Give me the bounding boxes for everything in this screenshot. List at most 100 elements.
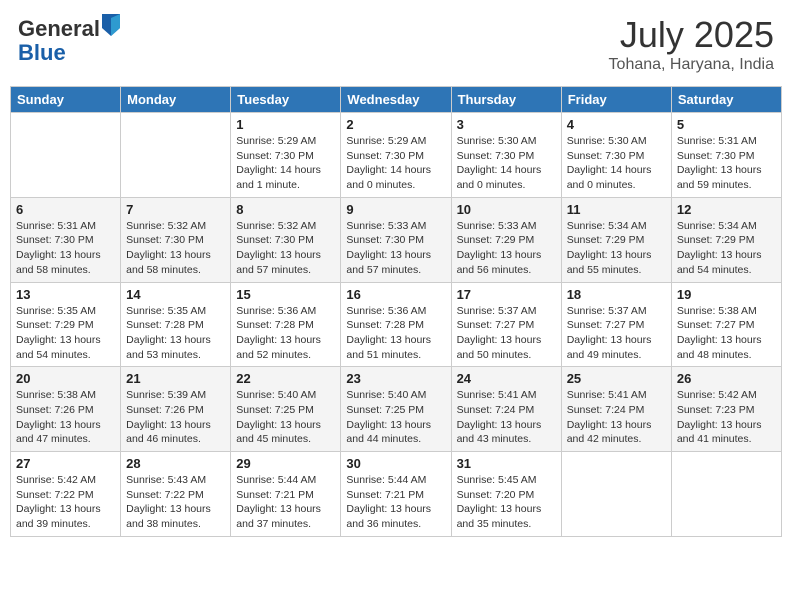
weekday-header-friday: Friday — [561, 87, 671, 113]
day-number: 7 — [126, 202, 225, 217]
calendar-cell: 17 Sunrise: 5:37 AMSunset: 7:27 PMDayligh… — [451, 282, 561, 367]
calendar-cell: 29 Sunrise: 5:44 AMSunset: 7:21 PMDayligh… — [231, 452, 341, 537]
calendar-cell: 10 Sunrise: 5:33 AMSunset: 7:29 PMDayligh… — [451, 197, 561, 282]
day-info: Sunrise: 5:29 AMSunset: 7:30 PMDaylight:… — [236, 134, 335, 193]
calendar-cell: 2 Sunrise: 5:29 AMSunset: 7:30 PMDaylight… — [341, 113, 451, 198]
day-number: 14 — [126, 287, 225, 302]
day-info: Sunrise: 5:33 AMSunset: 7:29 PMDaylight:… — [457, 219, 556, 278]
day-info: Sunrise: 5:38 AMSunset: 7:26 PMDaylight:… — [16, 388, 115, 447]
day-info: Sunrise: 5:42 AMSunset: 7:22 PMDaylight:… — [16, 473, 115, 532]
calendar-cell: 24 Sunrise: 5:41 AMSunset: 7:24 PMDayligh… — [451, 367, 561, 452]
calendar-table: SundayMondayTuesdayWednesdayThursdayFrid… — [10, 86, 782, 537]
calendar-cell: 18Sunrise: 5:37 AMSunset: 7:27 PMDayligh… — [561, 282, 671, 367]
title-block: July 2025 Tohana, Haryana, India — [609, 14, 774, 74]
day-number: 9 — [346, 202, 445, 217]
calendar-cell: 20 Sunrise: 5:38 AMSunset: 7:26 PMDayligh… — [11, 367, 121, 452]
weekday-header-thursday: Thursday — [451, 87, 561, 113]
logo: General Blue — [18, 14, 120, 65]
calendar-cell: 8 Sunrise: 5:32 AMSunset: 7:30 PMDaylight… — [231, 197, 341, 282]
day-number: 5 — [677, 117, 776, 132]
day-number: 8 — [236, 202, 335, 217]
day-number: 28 — [126, 456, 225, 471]
calendar-week-row: 27Sunrise: 5:42 AMSunset: 7:22 PMDayligh… — [11, 452, 782, 537]
day-info: Sunrise: 5:29 AMSunset: 7:30 PMDaylight:… — [346, 134, 445, 193]
calendar-cell: 23 Sunrise: 5:40 AMSunset: 7:25 PMDayligh… — [341, 367, 451, 452]
weekday-header-wednesday: Wednesday — [341, 87, 451, 113]
day-number: 2 — [346, 117, 445, 132]
calendar-cell: 12 Sunrise: 5:34 AMSunset: 7:29 PMDayligh… — [671, 197, 781, 282]
calendar-cell: 19 Sunrise: 5:38 AMSunset: 7:27 PMDayligh… — [671, 282, 781, 367]
calendar-cell: 27Sunrise: 5:42 AMSunset: 7:22 PMDayligh… — [11, 452, 121, 537]
day-info: Sunrise: 5:36 AMSunset: 7:28 PMDaylight:… — [236, 304, 335, 363]
day-info: Sunrise: 5:45 AMSunset: 7:20 PMDaylight:… — [457, 473, 556, 532]
month-title: July 2025 — [609, 14, 774, 56]
day-info: Sunrise: 5:31 AMSunset: 7:30 PMDaylight:… — [677, 134, 776, 193]
day-info: Sunrise: 5:43 AMSunset: 7:22 PMDaylight:… — [126, 473, 225, 532]
day-number: 13 — [16, 287, 115, 302]
day-number: 23 — [346, 371, 445, 386]
calendar-cell: 28 Sunrise: 5:43 AMSunset: 7:22 PMDayligh… — [121, 452, 231, 537]
day-number: 22 — [236, 371, 335, 386]
day-info: Sunrise: 5:40 AMSunset: 7:25 PMDaylight:… — [236, 388, 335, 447]
calendar-cell: 14Sunrise: 5:35 AMSunset: 7:28 PMDayligh… — [121, 282, 231, 367]
calendar-cell — [561, 452, 671, 537]
day-number: 17 — [457, 287, 556, 302]
logo-icon — [102, 14, 120, 36]
weekday-header-saturday: Saturday — [671, 87, 781, 113]
day-number: 6 — [16, 202, 115, 217]
calendar-cell: 5 Sunrise: 5:31 AMSunset: 7:30 PMDaylight… — [671, 113, 781, 198]
calendar-cell: 9Sunrise: 5:33 AMSunset: 7:30 PMDaylight… — [341, 197, 451, 282]
weekday-header-sunday: Sunday — [11, 87, 121, 113]
day-number: 20 — [16, 371, 115, 386]
page-header: General Blue July 2025 Tohana, Haryana, … — [10, 10, 782, 78]
day-info: Sunrise: 5:44 AMSunset: 7:21 PMDaylight:… — [346, 473, 445, 532]
day-number: 30 — [346, 456, 445, 471]
day-info: Sunrise: 5:41 AMSunset: 7:24 PMDaylight:… — [457, 388, 556, 447]
location-title: Tohana, Haryana, India — [609, 56, 774, 74]
calendar-cell: 26Sunrise: 5:42 AMSunset: 7:23 PMDayligh… — [671, 367, 781, 452]
day-info: Sunrise: 5:32 AMSunset: 7:30 PMDaylight:… — [236, 219, 335, 278]
calendar-cell: 1 Sunrise: 5:29 AMSunset: 7:30 PMDaylight… — [231, 113, 341, 198]
day-number: 29 — [236, 456, 335, 471]
calendar-cell: 4Sunrise: 5:30 AMSunset: 7:30 PMDaylight… — [561, 113, 671, 198]
day-number: 19 — [677, 287, 776, 302]
day-number: 12 — [677, 202, 776, 217]
calendar-cell: 22 Sunrise: 5:40 AMSunset: 7:25 PMDayligh… — [231, 367, 341, 452]
day-info: Sunrise: 5:34 AMSunset: 7:29 PMDaylight:… — [677, 219, 776, 278]
weekday-header-row: SundayMondayTuesdayWednesdayThursdayFrid… — [11, 87, 782, 113]
day-info: Sunrise: 5:37 AMSunset: 7:27 PMDaylight:… — [567, 304, 666, 363]
calendar-cell: 31 Sunrise: 5:45 AMSunset: 7:20 PMDayligh… — [451, 452, 561, 537]
day-number: 24 — [457, 371, 556, 386]
calendar-cell: 30 Sunrise: 5:44 AMSunset: 7:21 PMDayligh… — [341, 452, 451, 537]
day-number: 3 — [457, 117, 556, 132]
day-info: Sunrise: 5:38 AMSunset: 7:27 PMDaylight:… — [677, 304, 776, 363]
day-info: Sunrise: 5:35 AMSunset: 7:29 PMDaylight:… — [16, 304, 115, 363]
day-info: Sunrise: 5:42 AMSunset: 7:23 PMDaylight:… — [677, 388, 776, 447]
calendar-cell: 15 Sunrise: 5:36 AMSunset: 7:28 PMDayligh… — [231, 282, 341, 367]
weekday-header-tuesday: Tuesday — [231, 87, 341, 113]
calendar-week-row: 13 Sunrise: 5:35 AMSunset: 7:29 PMDayligh… — [11, 282, 782, 367]
day-info: Sunrise: 5:44 AMSunset: 7:21 PMDaylight:… — [236, 473, 335, 532]
calendar-cell: 16Sunrise: 5:36 AMSunset: 7:28 PMDayligh… — [341, 282, 451, 367]
calendar-week-row: 6 Sunrise: 5:31 AMSunset: 7:30 PMDaylight… — [11, 197, 782, 282]
day-info: Sunrise: 5:37 AMSunset: 7:27 PMDaylight:… — [457, 304, 556, 363]
day-info: Sunrise: 5:31 AMSunset: 7:30 PMDaylight:… — [16, 219, 115, 278]
calendar-week-row: 20 Sunrise: 5:38 AMSunset: 7:26 PMDayligh… — [11, 367, 782, 452]
day-info: Sunrise: 5:39 AMSunset: 7:26 PMDaylight:… — [126, 388, 225, 447]
day-info: Sunrise: 5:40 AMSunset: 7:25 PMDaylight:… — [346, 388, 445, 447]
logo-blue-text: Blue — [18, 40, 66, 65]
calendar-cell: 7Sunrise: 5:32 AMSunset: 7:30 PMDaylight… — [121, 197, 231, 282]
calendar-cell: 11Sunrise: 5:34 AMSunset: 7:29 PMDayligh… — [561, 197, 671, 282]
weekday-header-monday: Monday — [121, 87, 231, 113]
day-info: Sunrise: 5:34 AMSunset: 7:29 PMDaylight:… — [567, 219, 666, 278]
calendar-cell: 3Sunrise: 5:30 AMSunset: 7:30 PMDaylight… — [451, 113, 561, 198]
calendar-cell — [121, 113, 231, 198]
calendar-cell: 25Sunrise: 5:41 AMSunset: 7:24 PMDayligh… — [561, 367, 671, 452]
day-number: 31 — [457, 456, 556, 471]
calendar-cell: 21Sunrise: 5:39 AMSunset: 7:26 PMDayligh… — [121, 367, 231, 452]
day-number: 15 — [236, 287, 335, 302]
calendar-cell: 13 Sunrise: 5:35 AMSunset: 7:29 PMDayligh… — [11, 282, 121, 367]
day-number: 1 — [236, 117, 335, 132]
calendar-cell: 6 Sunrise: 5:31 AMSunset: 7:30 PMDaylight… — [11, 197, 121, 282]
day-number: 10 — [457, 202, 556, 217]
